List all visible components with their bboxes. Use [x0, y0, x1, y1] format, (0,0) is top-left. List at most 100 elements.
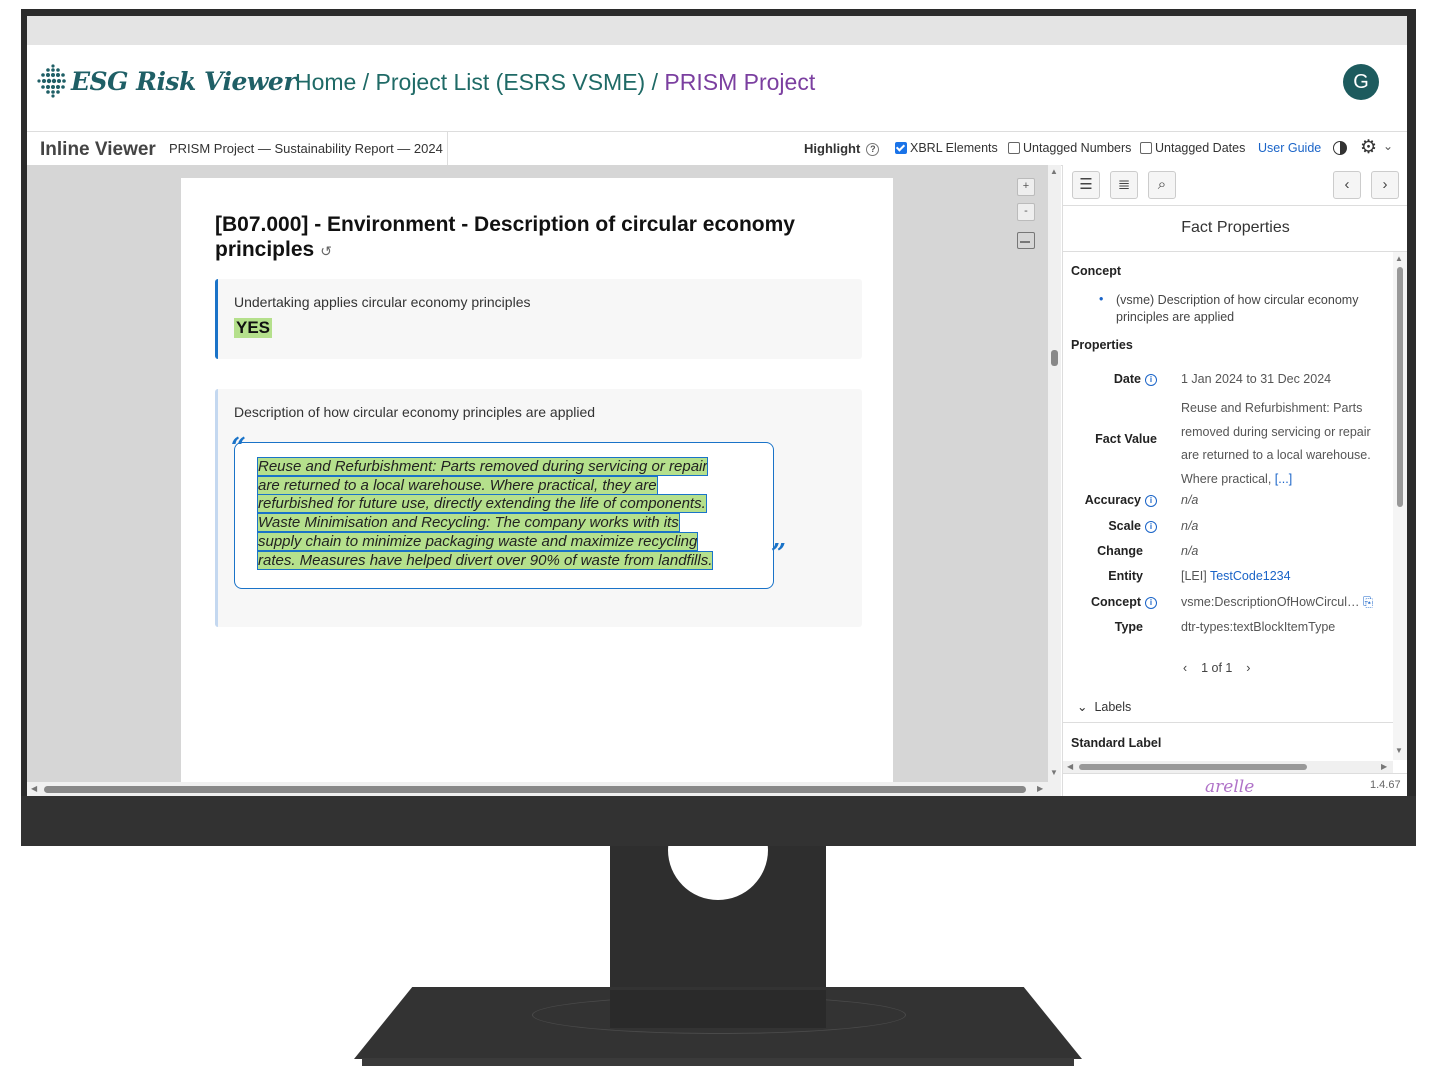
- document-list-icon[interactable]: ☰: [1072, 171, 1100, 199]
- tagged-text-block[interactable]: “ Reuse and Refurbishment: Parts removed…: [231, 433, 786, 589]
- scroll-up-arrow-icon[interactable]: ▲: [1050, 167, 1058, 176]
- quote-line[interactable]: are returned to a local warehouse. Where…: [257, 475, 658, 495]
- change-label: Change: [1097, 544, 1143, 558]
- xbrl-elements-checkbox[interactable]: XBRL Elements: [895, 141, 998, 155]
- scroll-right-arrow-icon[interactable]: ▶: [1381, 762, 1387, 771]
- quote-line[interactable]: Waste Minimisation and Recycling: The co…: [257, 513, 680, 533]
- undo-icon[interactable]: ↺: [320, 243, 332, 259]
- document-page: [B07.000] - Environment - Description of…: [181, 178, 893, 782]
- quote-line[interactable]: supply chain to minimize packaging waste…: [256, 531, 699, 551]
- checkbox-label: Untagged Numbers: [1023, 141, 1132, 155]
- scroll-right-arrow-icon[interactable]: ▶: [1037, 784, 1043, 793]
- app-logo[interactable]: ESG Risk Viewer: [37, 63, 297, 99]
- scroll-left-arrow-icon[interactable]: ◀: [31, 784, 37, 793]
- outline-icon[interactable]: ≣: [1110, 171, 1138, 199]
- info-icon[interactable]: i: [1145, 495, 1157, 507]
- logo-dots-icon: [37, 64, 66, 98]
- scroll-down-arrow-icon[interactable]: ▼: [1395, 746, 1403, 755]
- scroll-thumb[interactable]: [1397, 267, 1403, 507]
- accuracy-value: n/a: [1181, 493, 1381, 507]
- monitor-stand-foot: [610, 990, 826, 1028]
- panel-vertical-scrollbar[interactable]: ▲ ▼: [1393, 252, 1407, 760]
- chevron-left-icon[interactable]: ‹: [1333, 171, 1361, 199]
- chevron-down-icon: ⌄: [1077, 700, 1088, 714]
- scale-value: n/a: [1181, 519, 1381, 533]
- highlight-text: Highlight: [804, 141, 861, 156]
- scroll-thumb[interactable]: [1051, 350, 1058, 366]
- search-icon[interactable]: ⌕: [1148, 171, 1176, 199]
- scale-label: Scale: [1108, 519, 1141, 533]
- scroll-thumb[interactable]: [44, 786, 1026, 793]
- question-circle-icon[interactable]: ?: [866, 143, 880, 156]
- section-title-text: [B07.000] - Environment - Description of…: [215, 213, 795, 261]
- viewer-vertical-scrollbar[interactable]: ▲ ▼: [1048, 165, 1061, 782]
- date-label: Date: [1113, 372, 1141, 386]
- property-label: Date i: [1067, 372, 1157, 386]
- pager-next-icon[interactable]: ›: [1246, 661, 1250, 675]
- close-quote-icon: ”: [771, 539, 786, 569]
- zoom-out-button[interactable]: -: [1017, 203, 1035, 221]
- scroll-left-arrow-icon[interactable]: ◀: [1067, 762, 1073, 771]
- circular-economy-card: Undertaking applies circular economy pri…: [215, 279, 862, 359]
- quote-line[interactable]: rates. Measures have helped divert over …: [256, 550, 714, 570]
- monitor-base-edge: [362, 1058, 1074, 1066]
- divider: [1063, 722, 1393, 723]
- checkbox-label: XBRL Elements: [910, 141, 998, 155]
- viewer-title: Inline Viewer: [40, 139, 156, 160]
- viewer-toolbar: Inline Viewer PRISM Project — Sustainabi…: [27, 131, 1407, 166]
- checkbox-checked-icon[interactable]: [895, 142, 907, 154]
- viewer-horizontal-scrollbar[interactable]: ◀ ▶: [27, 782, 1061, 796]
- concept-name: (vsme) Description of how circular econo…: [1116, 293, 1359, 324]
- quote-line[interactable]: Reuse and Refurbishment: Parts removed d…: [256, 457, 709, 476]
- logo-text: ESG Risk Viewer: [71, 66, 297, 96]
- description-card: Description of how circular economy prin…: [215, 389, 862, 627]
- breadcrumb-separator: /: [645, 69, 665, 95]
- quote-text[interactable]: Reuse and Refurbishment: Parts removed d…: [256, 457, 748, 570]
- copy-icon[interactable]: ⎘: [1363, 595, 1373, 609]
- gear-icon[interactable]: ⚙: [1360, 136, 1377, 159]
- change-value: n/a: [1181, 544, 1381, 558]
- entity-link[interactable]: TestCode1234: [1210, 569, 1291, 583]
- property-label: Scale i: [1067, 519, 1157, 533]
- monitor-chin: [21, 796, 1416, 846]
- user-guide-link[interactable]: User Guide: [1258, 141, 1321, 155]
- arelle-logo: arelle: [1205, 777, 1255, 796]
- fact-value-more-link[interactable]: [...]: [1275, 472, 1292, 486]
- info-icon[interactable]: i: [1145, 597, 1157, 609]
- breadcrumb-project-list[interactable]: Project List (ESRS VSME): [376, 69, 646, 95]
- breadcrumb-current: PRISM Project: [664, 69, 816, 95]
- zoom-in-button[interactable]: +: [1017, 178, 1035, 196]
- fact-value: Reuse and Refurbishment: Parts removed d…: [1181, 397, 1381, 491]
- type-label: Type: [1114, 620, 1143, 634]
- user-avatar[interactable]: G: [1343, 64, 1379, 100]
- open-quote-icon: “: [231, 433, 246, 463]
- info-icon[interactable]: i: [1145, 521, 1157, 533]
- quote-line[interactable]: refurbished for future use, directly ext…: [257, 494, 707, 514]
- panel-horizontal-scrollbar[interactable]: ◀ ▶: [1063, 761, 1393, 773]
- fact-pager: ‹ 1 of 1 ›: [1183, 661, 1250, 675]
- labels-toggle[interactable]: ⌄ Labels: [1077, 699, 1131, 714]
- chevron-right-icon[interactable]: ›: [1371, 171, 1399, 199]
- fact-properties-panel: ☰ ≣ ⌕ ‹ › Fact Properties Concept • (vsm…: [1062, 165, 1407, 796]
- entity-scheme: [LEI]: [1181, 569, 1207, 583]
- concept-heading: Concept: [1071, 264, 1121, 278]
- untagged-numbers-checkbox[interactable]: Untagged Numbers: [1008, 141, 1131, 155]
- breadcrumb-home[interactable]: Home: [295, 69, 356, 95]
- scroll-up-arrow-icon[interactable]: ▲: [1395, 254, 1403, 263]
- browser-top-strip: [27, 16, 1407, 45]
- scroll-down-arrow-icon[interactable]: ▼: [1050, 768, 1058, 777]
- pager-prev-icon[interactable]: ‹: [1183, 661, 1187, 675]
- checkbox-unchecked-icon[interactable]: [1008, 142, 1020, 154]
- contrast-icon[interactable]: [1333, 141, 1347, 155]
- checkbox-unchecked-icon[interactable]: [1140, 142, 1152, 154]
- info-icon[interactable]: i: [1145, 374, 1157, 386]
- breadcrumb-separator: /: [356, 69, 376, 95]
- scroll-thumb[interactable]: [1079, 764, 1307, 770]
- fact-value-line: are returned to a local warehouse.: [1181, 448, 1371, 462]
- chevron-down-icon[interactable]: ⌄: [1383, 139, 1393, 153]
- print-icon[interactable]: [1017, 232, 1035, 249]
- pager-text: 1 of 1: [1201, 661, 1233, 675]
- tagged-fact-yes[interactable]: YES: [234, 318, 273, 338]
- entity-value: [LEI] TestCode1234: [1181, 569, 1381, 583]
- untagged-dates-checkbox[interactable]: Untagged Dates: [1140, 141, 1245, 155]
